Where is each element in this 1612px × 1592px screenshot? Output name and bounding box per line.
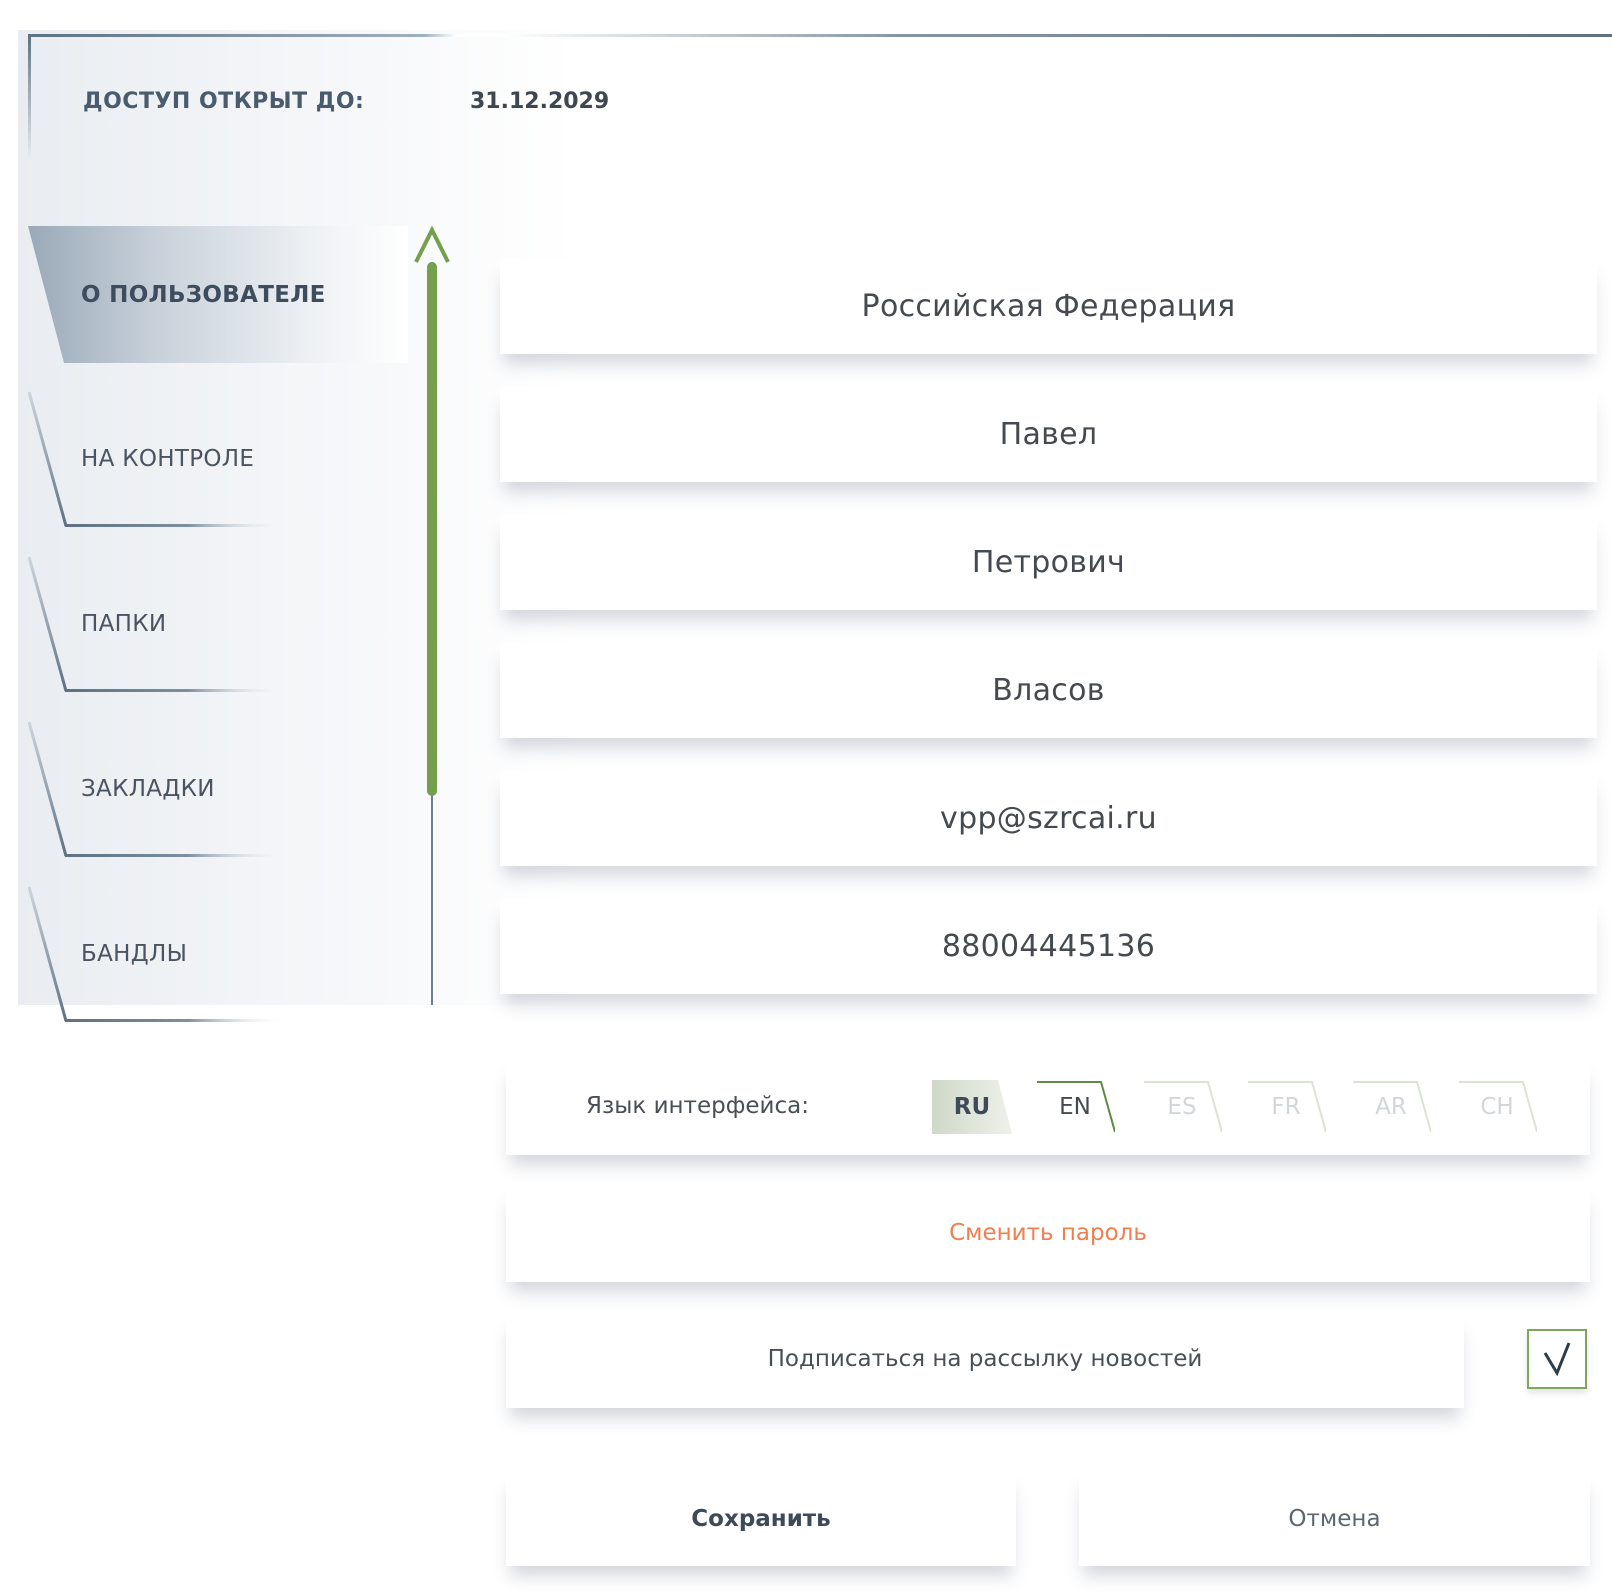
- lang-label-es: ES: [1167, 1094, 1197, 1120]
- sidebar-item-bookmarks[interactable]: ЗАКЛАДКИ: [28, 720, 288, 858]
- middle-name-field[interactable]: Петрович: [500, 515, 1597, 610]
- lang-option-fr[interactable]: FR: [1246, 1080, 1326, 1134]
- sidebar-item-label: НА КОНТРОЛЕ: [81, 446, 255, 472]
- header-divider: [28, 34, 1612, 37]
- checkmark-icon: [1543, 1342, 1571, 1377]
- phone-field[interactable]: 88004445136: [500, 899, 1597, 994]
- middle-name-value: Петрович: [971, 545, 1126, 580]
- lang-option-ch[interactable]: CH: [1457, 1080, 1537, 1134]
- lang-label-en: EN: [1059, 1094, 1091, 1120]
- sidebar-item-about-user[interactable]: О ПОЛЬЗОВАТЕЛЕ: [28, 226, 408, 363]
- last-name-value: Власов: [992, 673, 1105, 708]
- lang-label-fr: FR: [1271, 1094, 1301, 1120]
- access-label: ДОСТУП ОТКРЫТ ДО:: [83, 89, 365, 114]
- lang-option-es[interactable]: ES: [1142, 1080, 1222, 1134]
- cancel-button[interactable]: Отмена: [1079, 1471, 1590, 1566]
- lang-label-ch: CH: [1480, 1094, 1514, 1120]
- sidebar-item-on-control[interactable]: НА КОНТРОЛЕ: [28, 390, 288, 528]
- lang-label-ru: RU: [953, 1094, 991, 1120]
- header-divider-left: [28, 34, 31, 159]
- access-date: 31.12.2029: [470, 89, 610, 114]
- lang-label-ar: AR: [1375, 1094, 1407, 1120]
- email-field[interactable]: vpp@szrcai.ru: [500, 771, 1597, 866]
- newsletter-checkbox[interactable]: [1527, 1329, 1587, 1389]
- save-button[interactable]: Сохранить: [506, 1471, 1016, 1566]
- lang-option-ar[interactable]: AR: [1351, 1080, 1431, 1134]
- sidebar-item-label: БАНДЛЫ: [81, 941, 188, 967]
- change-password-row: Сменить пароль: [506, 1187, 1590, 1282]
- change-password-link[interactable]: Сменить пароль: [506, 1220, 1590, 1246]
- language-selector: Язык интерфейса: RU EN ES FR AR CH: [506, 1060, 1590, 1155]
- first-name-field[interactable]: Павел: [500, 387, 1597, 482]
- sidebar-item-folders[interactable]: ПАПКИ: [28, 555, 288, 693]
- first-name-value: Павел: [999, 417, 1098, 452]
- lang-option-ru[interactable]: RU: [932, 1080, 1012, 1134]
- email-value: vpp@szrcai.ru: [940, 801, 1157, 836]
- newsletter-row: Подписаться на рассылку новостей: [506, 1313, 1464, 1408]
- country-value: Российская Федерация: [861, 289, 1236, 324]
- phone-value: 88004445136: [941, 929, 1156, 964]
- scroll-up-arrow-icon[interactable]: [412, 226, 460, 266]
- country-field[interactable]: Российская Федерация: [500, 259, 1597, 354]
- last-name-field[interactable]: Власов: [500, 643, 1597, 738]
- newsletter-label: Подписаться на рассылку новостей: [767, 1346, 1203, 1372]
- sidebar-item-label: ЗАКЛАДКИ: [81, 776, 215, 802]
- sidebar-item-label: О ПОЛЬЗОВАТЕЛЕ: [81, 282, 326, 308]
- sidebar-item-bundles[interactable]: БАНДЛЫ: [28, 885, 288, 1023]
- lang-option-en[interactable]: EN: [1035, 1080, 1115, 1134]
- scrollbar-thumb[interactable]: [427, 262, 437, 796]
- sidebar-item-label: ПАПКИ: [81, 611, 167, 637]
- language-label: Язык интерфейса:: [586, 1093, 809, 1119]
